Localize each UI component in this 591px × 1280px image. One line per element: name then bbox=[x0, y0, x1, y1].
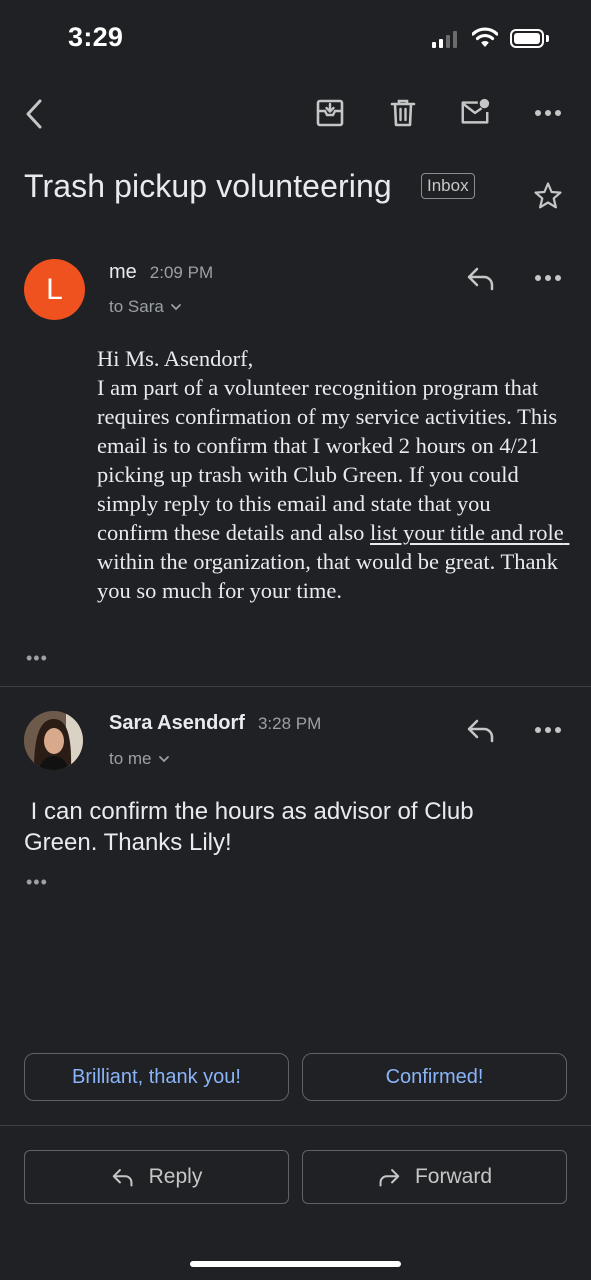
actions-divider bbox=[0, 1125, 591, 1126]
reply-icon bbox=[112, 1169, 133, 1187]
message-body: Hi Ms. Asendorf, I am part of a voluntee… bbox=[97, 344, 567, 605]
message-body-text-end: within the organization, that would be g… bbox=[97, 549, 564, 603]
trash-icon[interactable] bbox=[387, 97, 419, 129]
chevron-down-icon bbox=[170, 304, 181, 311]
forward-label: Forward bbox=[414, 1165, 493, 1188]
inbox-label-badge[interactable]: Inbox bbox=[421, 173, 475, 199]
more-icon[interactable] bbox=[532, 97, 564, 129]
reply-label: Reply bbox=[148, 1165, 203, 1188]
recipient-dropdown[interactable]: to Sara bbox=[109, 297, 182, 317]
battery-icon bbox=[510, 29, 544, 48]
message-more-icon[interactable] bbox=[532, 262, 564, 294]
recipient-dropdown[interactable]: to me bbox=[109, 749, 170, 769]
smart-reply-chip-2[interactable]: Confirmed! bbox=[302, 1053, 567, 1101]
mark-unread-icon[interactable] bbox=[459, 96, 491, 128]
reply-icon[interactable] bbox=[465, 714, 497, 746]
battery-cap bbox=[546, 35, 549, 42]
message-divider bbox=[0, 686, 591, 687]
reply-button[interactable]: Reply bbox=[24, 1150, 289, 1204]
home-indicator bbox=[190, 1261, 401, 1267]
chevron-down-icon bbox=[158, 756, 169, 763]
message-body-underlined: list your title and role bbox=[370, 520, 570, 545]
forward-button[interactable]: Forward bbox=[302, 1150, 567, 1204]
message-header: Sara Asendorf 3:28 PM bbox=[109, 712, 321, 735]
message-body-text: Hi Ms. Asendorf, I am part of a voluntee… bbox=[97, 346, 558, 545]
wifi-icon bbox=[471, 26, 499, 48]
reply-icon[interactable] bbox=[465, 262, 497, 294]
recipient-label: to Sara bbox=[109, 297, 164, 316]
status-time: 3:29 bbox=[68, 22, 124, 52]
sender-avatar-photo[interactable] bbox=[24, 711, 83, 770]
back-arrow-icon[interactable] bbox=[18, 98, 50, 130]
recipient-label: to me bbox=[109, 749, 152, 768]
message-header: me 2:09 PM bbox=[109, 261, 213, 284]
show-trimmed-content-button[interactable]: ••• bbox=[26, 872, 48, 893]
sender-name: me bbox=[109, 261, 137, 283]
message-body: I can confirm the hours as advisor of Cl… bbox=[24, 798, 481, 856]
star-icon[interactable] bbox=[532, 180, 564, 212]
email-subject: Trash pickup volunteering bbox=[24, 168, 392, 204]
archive-icon[interactable] bbox=[314, 97, 346, 129]
sender-name: Sara Asendorf bbox=[109, 712, 245, 734]
message-time: 2:09 PM bbox=[149, 263, 214, 282]
sender-avatar[interactable]: L bbox=[24, 259, 85, 320]
forward-icon bbox=[379, 1169, 400, 1187]
cellular-signal-icon bbox=[432, 30, 457, 48]
message-more-icon[interactable] bbox=[532, 714, 564, 746]
message-time: 3:28 PM bbox=[257, 714, 322, 733]
show-trimmed-content-button[interactable]: ••• bbox=[26, 648, 48, 669]
smart-reply-chip-1[interactable]: Brilliant, thank you! bbox=[24, 1053, 289, 1101]
